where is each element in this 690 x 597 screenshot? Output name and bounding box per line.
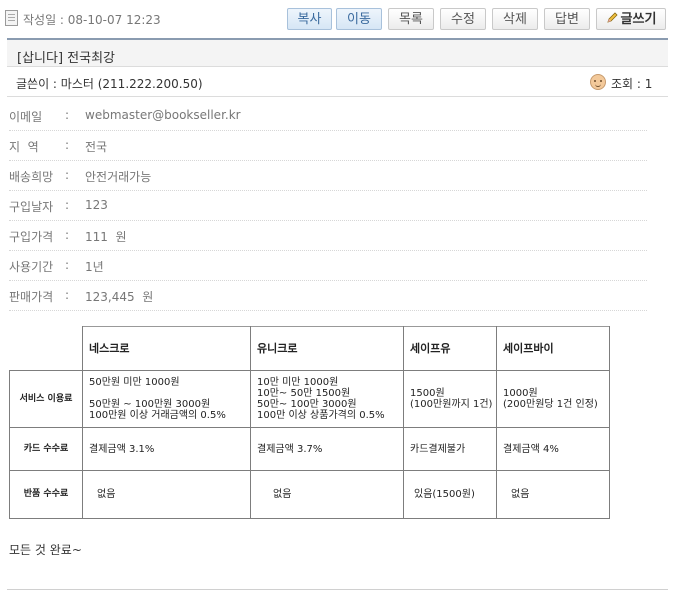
field-label: 구입날자 [9,200,54,214]
divider [7,589,668,590]
post-title-bar: [삽니다] 전국최강 [7,38,668,67]
field-purchase-date: 구입날자 : 123 [9,190,647,221]
pencil-icon [606,12,618,23]
view-count: 조회 : 1 [611,77,653,91]
row-header: 서비스 이용료 [9,370,83,428]
field-delivery: 배송희망 : 안전거래가능 [9,160,647,191]
field-value: 전국 [85,140,108,154]
table-row: 카드 수수료 결제금액 3.1% 결제금액 3.7% 카드결제불가 결제금액 4… [9,427,610,471]
table-row: 서비스 이용료 50만원 미만 1000원 50만원 ~ 100만원 3000원… [9,370,610,428]
table-cell: 있음(1500원) [403,470,497,519]
write-button[interactable]: 글쓰기 [596,8,666,30]
field-email: 이메일 : webmaster@bookseller.kr [9,100,647,131]
table-cell: 카드결제불가 [403,427,497,471]
field-value: 1년 [85,260,104,274]
field-label: 이메일 [9,110,43,124]
row-header: 카드 수수료 [9,427,83,471]
table-header: 네스크로 [82,326,251,371]
copy-button[interactable]: 복사 [287,8,332,30]
table-cell: 없음 [250,470,404,519]
table-cell: 결제금액 3.7% [250,427,404,471]
field-region: 지 역 : 전국 [9,130,647,161]
table-cell: 없음 [496,470,610,519]
field-purchase-price: 구입가격 : 111 원 [9,220,647,251]
reply-button[interactable]: 답변 [544,8,590,30]
table-header: 세이프바이 [496,326,610,371]
field-value: 111 원 [85,230,127,244]
field-label: 배송희망 [9,170,54,184]
table-header-row: 네스크로 유니크로 세이프유 세이프바이 [9,326,610,371]
table-cell: 없음 [82,470,251,519]
list-button[interactable]: 목록 [388,8,434,30]
post-body-text: 모든 것 완료~ [9,543,82,557]
field-usage-period: 사용기간 : 1년 [9,250,647,281]
move-button[interactable]: 이동 [336,8,382,30]
field-label: 구입가격 [9,230,54,244]
field-value: 123,445 원 [85,290,154,304]
table-cell: 결제금액 3.1% [82,427,251,471]
field-value: webmaster@bookseller.kr [85,108,241,122]
table-header: 유니크로 [250,326,404,371]
field-label: 판매가격 [9,290,54,304]
smiley-icon [590,74,606,90]
post-author: 글쓴이 : 마스터 (211.222.200.50) [16,77,203,91]
field-sale-price: 판매가격 : 123,445 원 [9,280,647,311]
table-cell: 10만 미만 1000원 10만~ 50만 1500원 50만~ 100만 30… [250,370,404,428]
post-author-bar: 글쓴이 : 마스터 (211.222.200.50) 조회 : 1 [7,67,668,97]
post-date: 작성일 : 08-10-07 12:23 [23,13,161,27]
post-title: [삽니다] 전국최강 [17,51,115,66]
table-row: 반품 수수료 없음 없음 있음(1500원) 없음 [9,470,610,519]
field-value: 안전거래가능 [85,170,152,184]
delete-button[interactable]: 삭제 [492,8,538,30]
write-button-label: 글쓰기 [620,12,657,27]
table-cell: 1000원 (200만원당 1건 인정) [496,370,610,428]
table-cell: 1500원 (100만원까지 1건) [403,370,497,428]
post-toolbar: 작성일 : 08-10-07 12:23 복사 이동 목록 수정 삭제 답변 글… [0,0,690,38]
field-label: 지 역 [9,140,39,154]
escrow-comparison-table: 네스크로 유니크로 세이프유 세이프바이 서비스 이용료 50만원 미만 100… [9,326,610,519]
table-cell: 50만원 미만 1000원 50만원 ~ 100만원 3000원 100만원 이… [82,370,251,428]
table-header: 세이프유 [403,326,497,371]
document-icon [5,10,18,26]
field-value: 123 [85,198,108,212]
table-cell: 결제금액 4% [496,427,610,471]
field-label: 사용기간 [9,260,54,274]
row-header: 반품 수수료 [9,470,83,519]
edit-button[interactable]: 수정 [440,8,486,30]
